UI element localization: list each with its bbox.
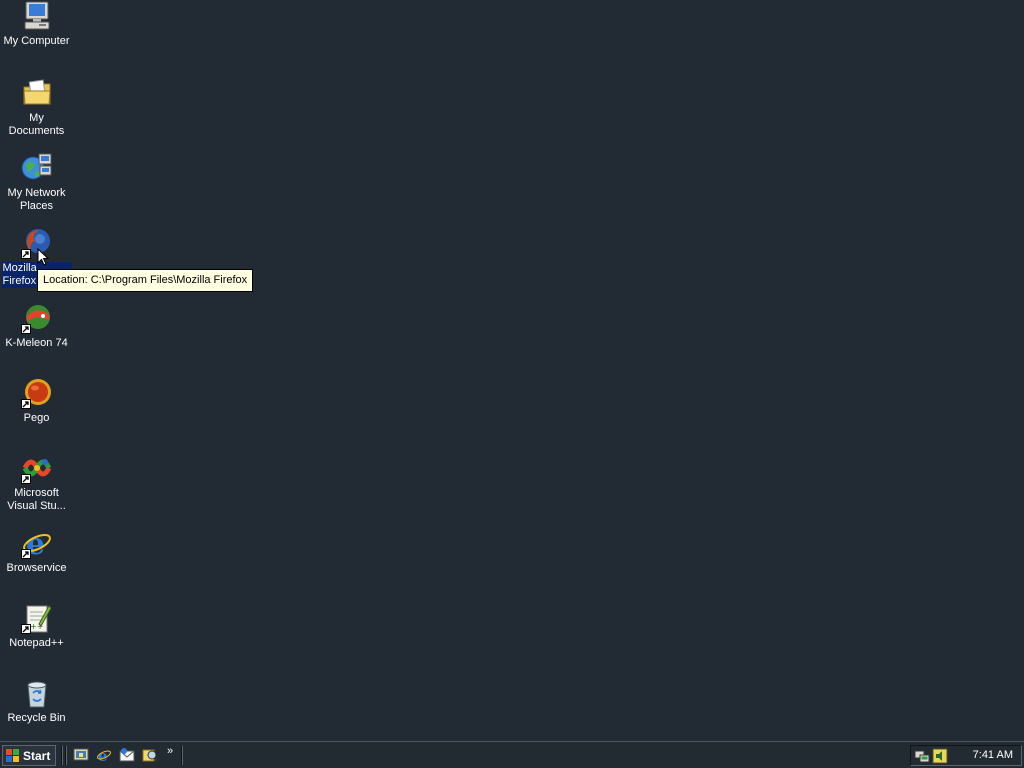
mouse-pointer-icon	[37, 247, 50, 270]
search-icon[interactable]	[142, 747, 158, 763]
quick-launch-more-button[interactable]: »	[167, 745, 173, 757]
internet-explorer-icon[interactable]: e	[96, 747, 112, 765]
system-tray: 7:41 AM	[910, 745, 1022, 766]
recycle-bin-icon	[21, 677, 53, 709]
desktop-icon-recycle-bin[interactable]: Recycle Bin	[0, 677, 73, 725]
shortcut-arrow-icon	[20, 474, 31, 484]
desktop-icon-label: Pego	[23, 412, 50, 424]
desktop-icon-label: Browservice	[6, 562, 67, 574]
network-icon	[21, 152, 53, 184]
svg-text:e: e	[98, 747, 108, 763]
taskbar-separator	[61, 746, 63, 765]
desktop-icon-browservice[interactable]: e Browservice	[0, 527, 73, 575]
shortcut-arrow-icon	[20, 324, 31, 334]
start-label: Start	[23, 748, 51, 763]
pego-icon	[20, 377, 53, 409]
desktop-icon-k-meleon[interactable]: K-Meleon 74	[0, 302, 73, 350]
desktop-icon-my-computer[interactable]: My Computer	[0, 0, 73, 48]
tooltip: Location: C:\Program Files\Mozilla Firef…	[37, 269, 254, 292]
outlook-express-icon[interactable]	[119, 747, 135, 763]
taskbar-separator	[181, 746, 183, 765]
notepad-plus-plus-icon: ++	[20, 602, 53, 634]
desktop-icon-my-documents[interactable]: My Documents	[0, 77, 73, 138]
taskbar-separator	[65, 746, 67, 765]
visual-studio-icon	[20, 452, 53, 484]
shortcut-arrow-icon	[20, 624, 31, 634]
desktop-icon-label: K-Meleon 74	[5, 337, 68, 349]
desktop-icon-label: Recycle Bin	[7, 712, 66, 724]
desktop-icon-microsoft-visual-studio[interactable]: Microsoft Visual Stu...	[0, 452, 73, 513]
desktop-icon-label: Notepad++	[9, 637, 64, 649]
clock[interactable]: 7:41 AM	[973, 746, 1013, 765]
start-button[interactable]: Start	[2, 745, 56, 766]
desktop-icon-label: My Documents	[8, 112, 65, 137]
shortcut-arrow-icon	[20, 549, 31, 559]
network-tray-icon[interactable]	[914, 748, 930, 764]
show-desktop-icon[interactable]	[73, 747, 89, 763]
windows-logo-icon	[6, 748, 20, 763]
desktop-icon-pego[interactable]: Pego	[0, 377, 73, 425]
internet-explorer-icon: e	[20, 527, 53, 559]
svg-text:++: ++	[30, 622, 43, 631]
desktop-icon-my-network-places[interactable]: My Network Places	[0, 152, 73, 213]
desktop-icon-label: Microsoft Visual Stu...	[7, 487, 66, 512]
desktop-icon-label: My Computer	[3, 35, 70, 47]
desktop[interactable]: My Computer My Documents My Network Plac…	[0, 0, 1024, 741]
desktop-icon-label: My Network Places	[7, 187, 66, 212]
desktop-icon-notepad-plus-plus[interactable]: ++ Notepad++	[0, 602, 73, 650]
shortcut-arrow-icon	[20, 249, 31, 259]
volume-tray-icon[interactable]	[932, 748, 948, 764]
folder-icon	[21, 77, 53, 109]
shortcut-arrow-icon	[20, 399, 31, 409]
k-meleon-icon	[20, 302, 53, 334]
computer-icon	[21, 0, 53, 32]
taskbar: Start e » 7:41 AM	[0, 741, 1024, 768]
